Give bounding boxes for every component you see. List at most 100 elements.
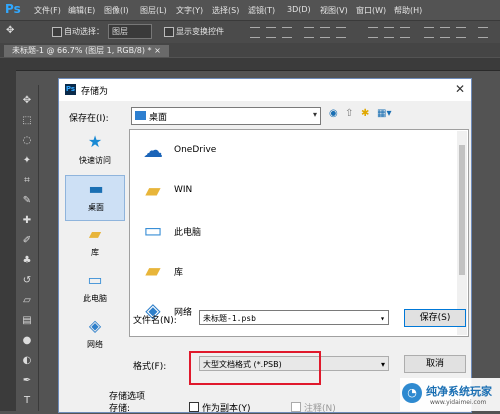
computer-icon: ▭ <box>143 218 163 242</box>
format-label: 格式(F): <box>133 362 167 372</box>
distribute-middle-icon[interactable] <box>384 27 394 38</box>
show-transform-checkbox[interactable] <box>164 27 174 37</box>
save-in-dropdown[interactable]: 桌面 ▾ <box>131 107 321 125</box>
show-transform-label: 显示变换控件 <box>176 27 224 36</box>
chevron-down-icon: ▾ <box>380 314 385 323</box>
place-library[interactable]: ▰ 库 <box>65 221 125 267</box>
place-network[interactable]: ◈ 网络 <box>65 313 125 359</box>
user-folder-icon: ▰ <box>145 178 161 202</box>
align-left-icon[interactable] <box>304 27 314 38</box>
vertical-scrollbar[interactable] <box>457 131 467 335</box>
photoshop-logo: Ps <box>5 2 21 16</box>
as-copy-label: 作为副本(Y) <box>202 404 251 414</box>
file-label: WIN <box>174 185 193 195</box>
eraser-tool-icon[interactable]: ▱ <box>21 295 33 307</box>
photoshop-icon: Ps <box>65 84 76 95</box>
gradient-tool-icon[interactable]: ▤ <box>21 315 33 327</box>
distribute-right-icon[interactable] <box>456 27 466 38</box>
move-tool-icon[interactable]: ✥ <box>6 25 14 36</box>
place-label: 网络 <box>87 340 103 349</box>
view-menu-icon[interactable]: ▦▾ <box>377 108 391 119</box>
place-desktop[interactable]: ▬ 桌面 <box>65 175 125 221</box>
up-folder-icon[interactable]: ⇧ <box>345 108 353 119</box>
place-label: 此电脑 <box>83 294 107 303</box>
dodge-tool-icon[interactable]: ◐ <box>21 355 33 367</box>
list-item[interactable]: ☁ OneDrive <box>138 136 338 166</box>
vertical-ruler <box>0 58 16 411</box>
list-item[interactable]: ▰ 库 <box>138 256 338 286</box>
save-in-label: 保存在(I): <box>69 114 109 124</box>
magic-wand-icon[interactable]: ✦ <box>21 155 33 167</box>
places-sidebar: ★ 快速访问 ▬ 桌面 ▰ 库 ▭ 此电脑 ◈ 网络 <box>65 129 125 399</box>
filename-field[interactable]: 未标题-1.psb ▾ <box>199 310 389 325</box>
dialog-close-button[interactable]: ✕ <box>455 82 465 96</box>
watermark-logo-icon: ◔ <box>402 383 422 403</box>
file-list: ☁ OneDrive ▰ WIN ▭ 此电脑 ▰ 库 ◈ 网络 <box>129 129 469 337</box>
distribute-bottom-icon[interactable] <box>400 27 410 38</box>
healing-brush-icon[interactable]: ✚ <box>21 215 33 227</box>
menu-filter[interactable]: 滤镜(T) <box>248 5 275 16</box>
list-item[interactable]: ▭ 此电脑 <box>138 216 338 246</box>
place-quick-access[interactable]: ★ 快速访问 <box>65 129 125 175</box>
tools-panel: ✥ ⬚ ◌ ✦ ⌗ ✎ ✚ ✐ ♣ ↺ ▱ ▤ ● ◐ ✒ T <box>16 85 39 411</box>
desktop-icon: ▬ <box>88 179 104 198</box>
menu-3d[interactable]: 3D(D) <box>287 5 311 14</box>
save-button[interactable]: 保存(S) <box>404 309 466 327</box>
menu-edit[interactable]: 编辑(E) <box>68 5 95 16</box>
save-in-value: 桌面 <box>149 113 168 123</box>
menu-window[interactable]: 窗口(W) <box>356 5 386 16</box>
menu-select[interactable]: 选择(S) <box>212 5 239 16</box>
place-label: 库 <box>91 248 99 257</box>
options-bar: ✥ 自动选择： 图层 显示变换控件 <box>0 20 500 44</box>
auto-select-dropdown[interactable]: 图层 <box>108 24 152 39</box>
menu-file[interactable]: 文件(F) <box>34 5 61 16</box>
file-label: 此电脑 <box>174 228 202 238</box>
format-highlight-box <box>189 351 321 385</box>
brush-tool-icon[interactable]: ✐ <box>21 235 33 247</box>
scrollbar-thumb[interactable] <box>459 145 465 275</box>
auto-align-icon[interactable] <box>478 27 488 38</box>
distribute-left-icon[interactable] <box>424 27 434 38</box>
watermark-name: 纯净系统玩家 <box>426 385 492 398</box>
menu-image[interactable]: 图像(I) <box>104 5 129 16</box>
watermark: ◔ 纯净系统玩家 www.yidaimei.com <box>400 378 500 411</box>
marquee-tool-icon[interactable]: ⬚ <box>21 115 33 127</box>
pen-tool-icon[interactable]: ✒ <box>21 375 33 387</box>
distribute-top-icon[interactable] <box>368 27 378 38</box>
document-tab-bar: 未标题-1 @ 66.7% (图层 1, RGB/8) * × <box>0 43 500 57</box>
auto-select-checkbox[interactable] <box>52 27 62 37</box>
library-icon: ▰ <box>145 258 161 282</box>
menu-type[interactable]: 文字(Y) <box>176 5 203 16</box>
close-icon[interactable]: × <box>154 46 161 55</box>
new-folder-icon[interactable]: ✱ <box>361 108 369 119</box>
menu-view[interactable]: 视图(V) <box>320 5 348 16</box>
align-top-icon[interactable] <box>250 27 260 38</box>
blur-tool-icon[interactable]: ● <box>21 335 33 347</box>
clone-stamp-icon[interactable]: ♣ <box>21 255 33 267</box>
crop-tool-icon[interactable]: ⌗ <box>21 175 33 187</box>
align-bottom-icon[interactable] <box>282 27 292 38</box>
menu-layer[interactable]: 图层(L) <box>140 5 167 16</box>
type-tool-icon[interactable]: T <box>21 395 33 407</box>
auto-select-label: 自动选择： <box>64 27 104 36</box>
watermark-url: www.yidaimei.com <box>430 399 487 406</box>
nav-toolbar: ◉ ⇧ ✱ ▦▾ <box>329 108 399 122</box>
align-middle-icon[interactable] <box>266 27 276 38</box>
save-label: 存储: <box>109 404 131 414</box>
menu-bar: Ps 文件(F) 编辑(E) 图像(I) 图层(L) 文字(Y) 选择(S) 滤… <box>0 0 500 20</box>
move-tool-icon[interactable]: ✥ <box>21 95 33 107</box>
align-right-icon[interactable] <box>336 27 346 38</box>
computer-icon: ▭ <box>87 270 103 289</box>
distribute-center-icon[interactable] <box>440 27 450 38</box>
align-center-icon[interactable] <box>320 27 330 38</box>
lasso-tool-icon[interactable]: ◌ <box>21 135 33 147</box>
place-this-pc[interactable]: ▭ 此电脑 <box>65 267 125 313</box>
back-icon[interactable]: ◉ <box>329 108 338 119</box>
eyedropper-icon[interactable]: ✎ <box>21 195 33 207</box>
history-brush-icon[interactable]: ↺ <box>21 275 33 287</box>
menu-help[interactable]: 帮助(H) <box>394 5 422 16</box>
list-item[interactable]: ▰ WIN <box>138 176 338 206</box>
document-tab[interactable]: 未标题-1 @ 66.7% (图层 1, RGB/8) * × <box>4 45 169 57</box>
cancel-button[interactable]: 取消 <box>404 355 466 373</box>
library-icon: ▰ <box>88 224 102 243</box>
